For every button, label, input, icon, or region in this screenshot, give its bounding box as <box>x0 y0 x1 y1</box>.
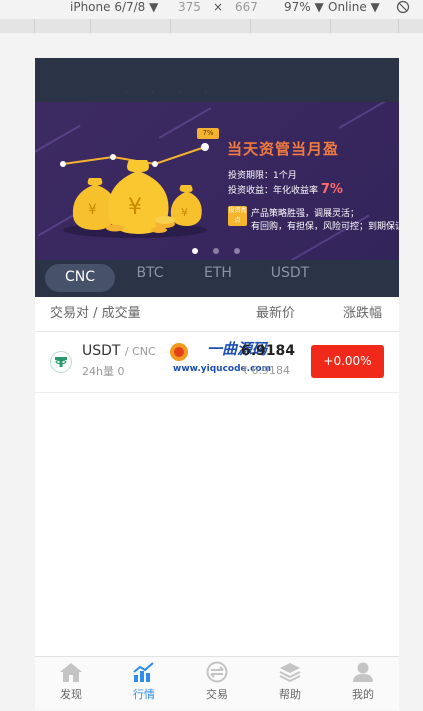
change-badge[interactable]: +0.00% <box>311 345 384 378</box>
carousel-dots <box>192 239 255 258</box>
pair-name: USDT / CNC <box>82 343 156 359</box>
tabbar-label: 交易 <box>206 688 228 701</box>
highlight-badge: 投资亮点 <box>228 206 247 226</box>
tab-btc[interactable]: BTC <box>115 260 185 297</box>
zoom-select[interactable]: 97% ▼ <box>284 0 324 14</box>
tabbar-label: 发现 <box>60 688 82 701</box>
quote-symbol: / CNC <box>124 345 156 358</box>
col-change[interactable]: 涨跌幅 <box>343 297 382 331</box>
volume-24h: 24h量 0 <box>82 365 125 378</box>
svg-text:¥: ¥ <box>88 202 97 218</box>
device-select[interactable]: iPhone 6/7/8 ▼ <box>70 0 158 14</box>
tab-cnc[interactable]: CNC <box>45 264 115 292</box>
money-bags-illustration: ¥ ¥ ¥ <box>60 143 209 238</box>
tether-icon <box>50 351 72 373</box>
carousel-dot[interactable] <box>213 248 219 254</box>
svg-text:¥: ¥ <box>128 195 142 220</box>
banner-line3: 产品策略胜强，调展灵活； <box>251 209 360 219</box>
tabbar-label: 帮助 <box>279 688 301 701</box>
tabbar-item-help[interactable]: 帮助 <box>254 661 326 702</box>
col-latest-price[interactable]: 最新价 <box>256 297 295 331</box>
bottom-tabbar: 发现 行情 交易 帮助 我的 <box>35 656 399 710</box>
user-icon <box>353 662 373 682</box>
rotate-icon[interactable] <box>396 0 410 17</box>
tabbar-item-trade[interactable]: 交易 <box>181 661 253 702</box>
tabbar-item-discover[interactable]: 发现 <box>35 661 107 702</box>
carousel-dot[interactable] <box>234 248 240 254</box>
watermark-logo-icon <box>170 343 188 361</box>
promo-banner[interactable]: ¥ ¥ ¥ 7% 当天资管当月盈 投资期限：1个月 投资收益：年化收益率 7% … <box>35 102 399 260</box>
tabbar-label: 行情 <box>133 688 155 701</box>
home-icon <box>60 663 82 682</box>
layers-icon <box>279 663 301 683</box>
banner-line2: 投资收益：年化收益率 7% <box>228 182 343 197</box>
banner-rate: 7% <box>320 182 343 197</box>
carousel-dot[interactable] <box>192 248 198 254</box>
exchange-icon <box>206 661 228 683</box>
percent-tag: 7% <box>197 128 219 139</box>
banner-line4: 有回购，有担保，风险可控；到期保证 <box>251 222 399 232</box>
market-row[interactable]: USDT / CNC 24h量 0 一曲源码 www.yiqucode.com … <box>35 332 399 393</box>
banner-line1: 投资期限：1个月 <box>228 171 297 181</box>
market-tabs: CNC BTC ETH USDT <box>35 260 399 297</box>
phone-viewport: · · · · ¥ ¥ ¥ 7% 当天资管当月盈 投资期限：1个月 投资收益：年… <box>35 58 399 710</box>
nav-header: · · · · <box>35 58 399 102</box>
tabbar-item-market[interactable]: 行情 <box>108 661 180 702</box>
tabbar-label: 我的 <box>352 688 374 701</box>
tab-usdt[interactable]: USDT <box>255 260 325 297</box>
svg-text:¥: ¥ <box>181 206 188 219</box>
col-pair-volume[interactable]: 交易对 / 成交量 <box>50 297 141 331</box>
tabbar-item-mine[interactable]: 我的 <box>327 661 399 702</box>
tab-eth[interactable]: ETH <box>183 260 253 297</box>
dimension-times: × <box>213 0 224 14</box>
height-field[interactable]: 667 <box>235 0 258 14</box>
width-field[interactable]: 375 <box>178 0 201 14</box>
banner-title: 当天资管当月盈 <box>227 140 340 158</box>
market-list-header: 交易对 / 成交量 最新价 涨跌幅 <box>35 297 399 332</box>
header-dots: · · · · <box>125 88 218 99</box>
chart-icon <box>133 662 154 682</box>
base-symbol: USDT <box>82 343 121 359</box>
price-fiat: ₹ 6.9184 <box>241 364 290 377</box>
media-query-bar <box>0 19 423 33</box>
latest-price: 6.9184 <box>241 343 296 359</box>
banner-line2-prefix: 投资收益：年化收益率 <box>228 186 319 196</box>
network-select[interactable]: Online ▼ <box>328 0 380 14</box>
devtools-toolbar: iPhone 6/7/8 ▼ 375 × 667 97% ▼ Online ▼ <box>0 0 423 16</box>
